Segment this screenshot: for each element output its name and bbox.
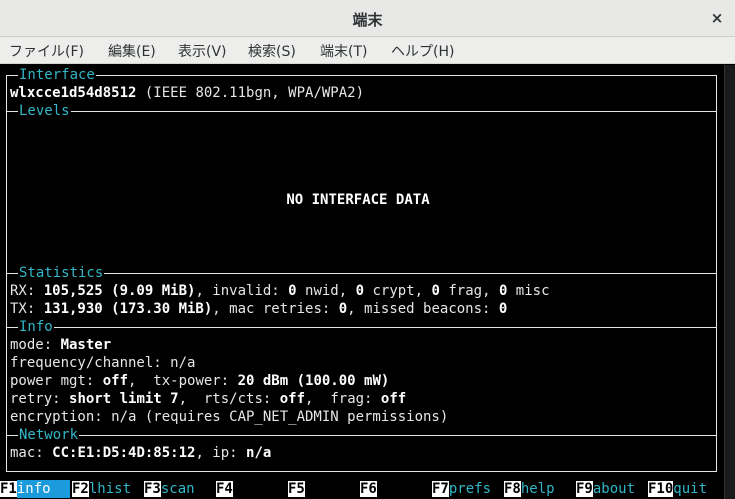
fkey-f3-label[interactable]: scan (161, 481, 195, 497)
divider (6, 75, 717, 76)
fkey-f10-key[interactable]: F10 (648, 481, 674, 497)
mac-label: mac: (10, 445, 53, 461)
fkey-f2-label[interactable]: lhist (89, 481, 131, 497)
levels-message: NO INTERFACE DATA (286, 192, 430, 208)
section-title-network: Network (18, 426, 80, 444)
rx-misc-label: misc (507, 283, 550, 299)
tx-label: TX: (10, 301, 44, 317)
rx-value: 105,525 (9.09 MiB) (43, 283, 196, 299)
tx-missed-value: 0 (498, 301, 508, 317)
menu-terminal[interactable]: 端末(T) (320, 41, 367, 61)
fkey-f10[interactable]: F10quit (648, 480, 707, 498)
fkey-f4-key[interactable]: F4 (216, 481, 233, 497)
menu-help[interactable]: ヘルプ(H) (391, 41, 454, 61)
rx-frag-value: 0 (431, 283, 440, 299)
fkey-f1-key[interactable]: F1 (0, 481, 17, 497)
fkey-f8-label[interactable]: help (521, 481, 555, 497)
interface-desc: (IEEE 802.11bgn, WPA/WPA2) (136, 85, 365, 101)
mode-label: mode: (10, 337, 61, 353)
interface-name: wlxcce1d54d8512 (10, 85, 137, 101)
rx-label: RX: (10, 283, 44, 299)
fkey-f2-key[interactable]: F2 (72, 481, 89, 497)
section-title-info: Info (18, 318, 54, 336)
divider (6, 111, 717, 112)
terminal-view[interactable]: Interface Levels Statistics Info Network… (0, 65, 724, 499)
divider (6, 471, 717, 472)
rx-nwid-label: nwid, (296, 283, 356, 299)
info-encryption-line: encryption: n/a (requires CAP_NET_ADMIN … (10, 409, 449, 425)
fkey-f7[interactable]: F7prefs (432, 480, 491, 498)
frag-value: off (380, 391, 407, 407)
rx-invalid-label: , invalid: (195, 283, 289, 299)
rx-crypt-value: 0 (355, 283, 365, 299)
fkey-f3[interactable]: F3scan (144, 480, 195, 498)
menubar: ファイル(F) 編集(E) 表示(V) 検索(S) 端末(T) ヘルプ(H) (0, 37, 735, 64)
info-power-line: power mgt: off, tx-power: 20 dBm (100.00… (10, 372, 389, 390)
section-title-levels: Levels (18, 102, 71, 120)
network-line: mac: CC:E1:D5:4D:85:12, ip: n/a (10, 444, 271, 462)
fkey-f2[interactable]: F2lhist (72, 480, 131, 498)
info-frequency-line: frequency/channel: n/a (10, 355, 196, 371)
txpower-label: , tx-power: (128, 373, 238, 389)
fkey-f3-key[interactable]: F3 (144, 481, 161, 497)
tx-missed-label: , missed beacons: (347, 301, 499, 317)
power-value: off (102, 373, 129, 389)
section-title-statistics: Statistics (18, 264, 105, 282)
fkey-f1-label[interactable]: info (16, 480, 70, 498)
info-retry-line: retry: short limit 7, rts/cts: off, frag… (10, 390, 406, 408)
divider (6, 327, 717, 328)
close-icon[interactable]: × (705, 6, 729, 30)
stats-tx-line: TX: 131,930 (173.30 MiB), mac retries: 0… (10, 300, 507, 318)
menu-view[interactable]: 表示(V) (178, 41, 227, 61)
fkey-f9[interactable]: F9about (576, 480, 635, 498)
retry-label: retry: (10, 391, 70, 407)
tx-value: 131,930 (173.30 MiB) (43, 301, 213, 317)
window-title: 端末 (352, 11, 383, 29)
section-title-interface: Interface (18, 66, 96, 84)
window-titlebar: 端末 × (0, 0, 735, 37)
menu-edit[interactable]: 編集(E) (108, 41, 156, 61)
fkey-f7-label[interactable]: prefs (449, 481, 491, 497)
ip-label: , ip: (195, 445, 247, 461)
rx-invalid-value: 0 (288, 283, 297, 299)
fkey-f8[interactable]: F8help (504, 480, 555, 498)
stats-rx-line: RX: 105,525 (9.09 MiB), invalid: 0 nwid,… (10, 282, 550, 300)
fkey-f7-key[interactable]: F7 (432, 481, 449, 497)
fkey-f9-label[interactable]: about (593, 481, 635, 497)
fkey-f6-key[interactable]: F6 (360, 481, 377, 497)
terminal-scrollbar[interactable] (724, 65, 735, 499)
ip-value: n/a (246, 445, 272, 461)
rts-value: off (279, 391, 306, 407)
fkey-f6[interactable]: F6 (360, 480, 377, 498)
divider (6, 435, 717, 436)
divider (6, 273, 717, 274)
tx-retries-value: 0 (338, 301, 348, 317)
mac-value: CC:E1:D5:4D:85:12 (52, 445, 196, 461)
fkey-f8-key[interactable]: F8 (504, 481, 521, 497)
rx-crypt-label: crypt, (364, 283, 432, 299)
txpower-value: 20 dBm (100.00 mW) (237, 373, 390, 389)
rx-frag-label: frag, (439, 283, 499, 299)
rts-label: , rts/cts: (178, 391, 280, 407)
fkey-f1[interactable]: F1info (0, 480, 70, 498)
info-mode-line: mode: Master (10, 336, 111, 354)
fkey-f5[interactable]: F5 (288, 480, 305, 498)
fkey-f5-key[interactable]: F5 (288, 481, 305, 497)
power-label: power mgt: (10, 373, 103, 389)
fkey-f9-key[interactable]: F9 (576, 481, 593, 497)
menu-search[interactable]: 検索(S) (248, 41, 296, 61)
menu-file[interactable]: ファイル(F) (9, 41, 84, 61)
tx-retries-label: , mac retries: (212, 301, 339, 317)
frag-label: , frag: (305, 391, 381, 407)
divider (716, 75, 717, 472)
retry-value: short limit 7 (69, 391, 179, 407)
fkey-f10-label[interactable]: quit (673, 481, 707, 497)
interface-line: wlxcce1d54d8512 (IEEE 802.11bgn, WPA/WPA… (10, 84, 364, 102)
fkey-f4[interactable]: F4 (216, 480, 233, 498)
mode-value: Master (60, 337, 112, 353)
divider (6, 75, 7, 472)
